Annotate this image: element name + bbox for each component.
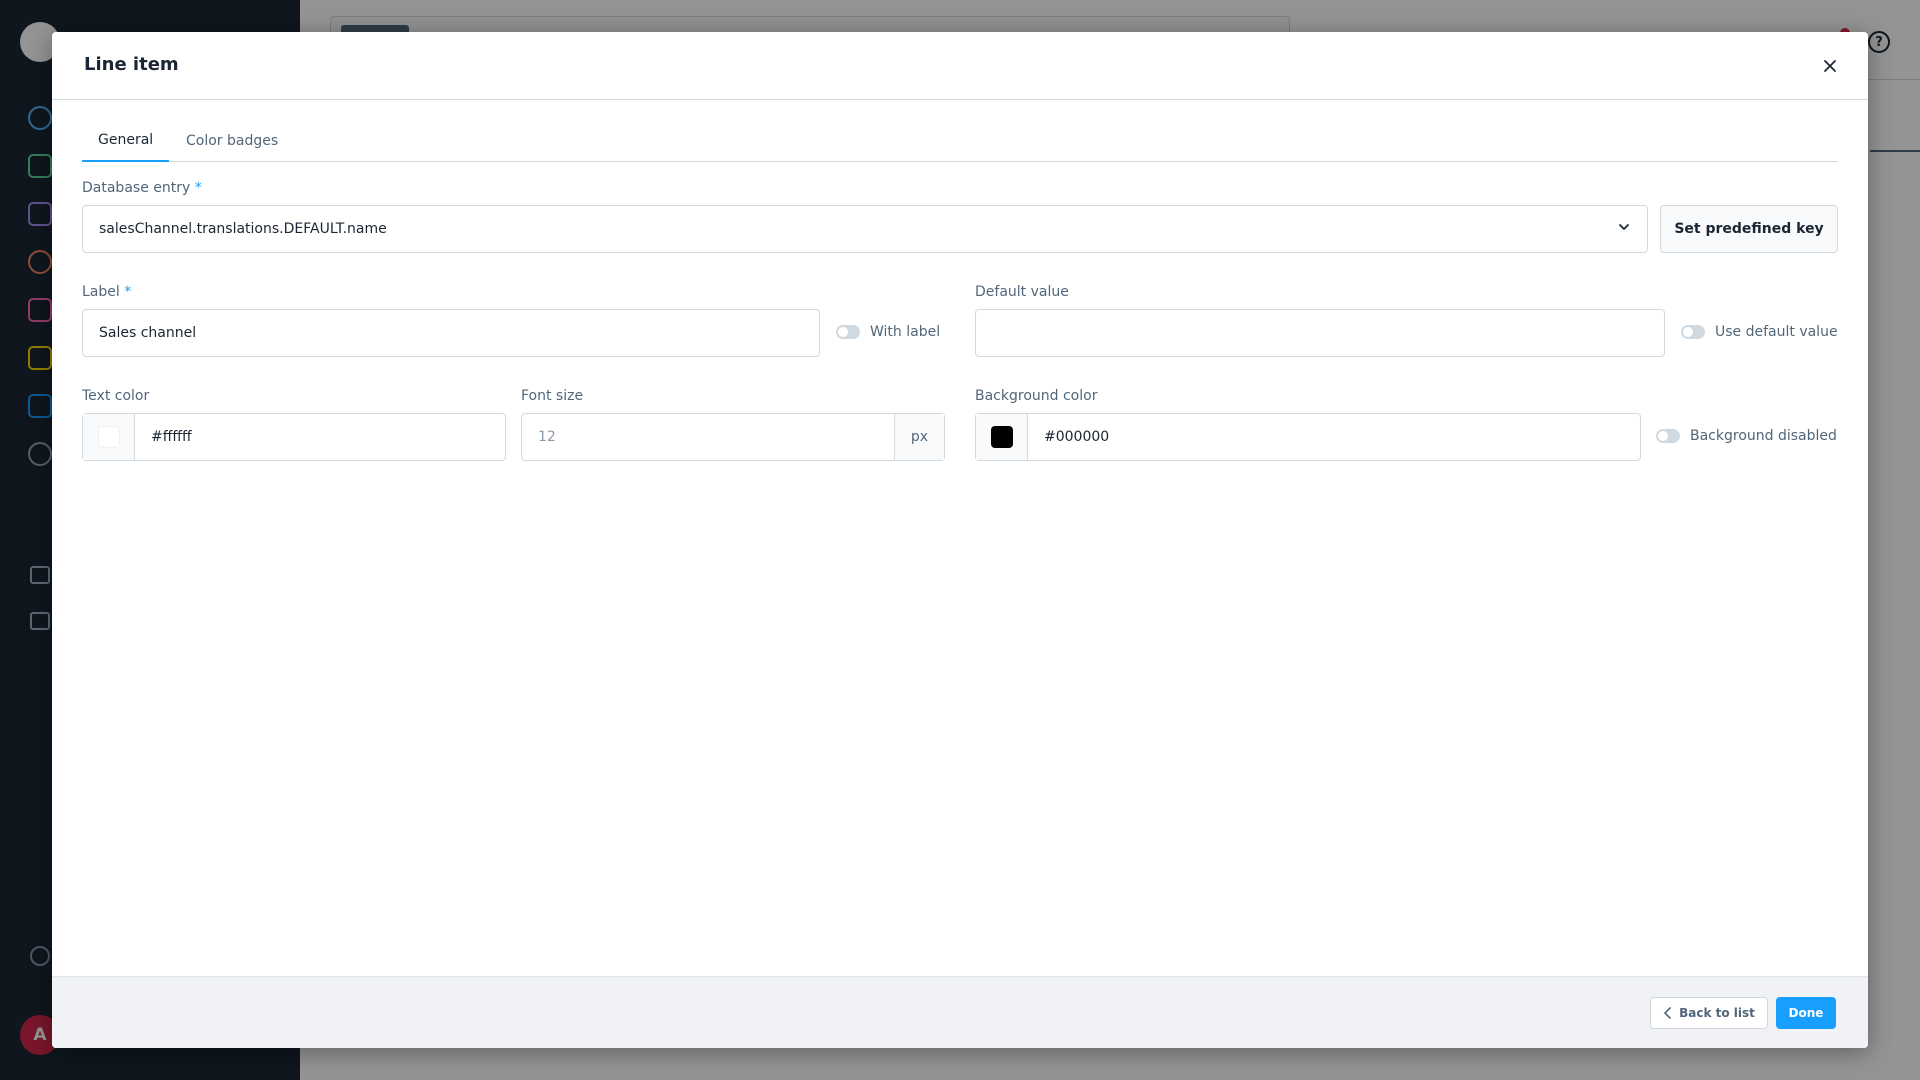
label-input[interactable]: Sales channel (82, 309, 820, 357)
tab-color-badges[interactable]: Color badges (170, 120, 294, 162)
done-button[interactable]: Done (1776, 997, 1836, 1029)
text-color-input[interactable]: #ffffff (82, 413, 506, 461)
line-item-modal: Line item General Color badges Database … (52, 32, 1868, 1048)
label-input-value: Sales channel (99, 325, 197, 341)
label-field-label-text: Label (82, 284, 120, 300)
font-size-unit: px (894, 414, 944, 460)
background-color-swatch-area[interactable] (976, 414, 1028, 460)
close-button[interactable] (1816, 52, 1844, 80)
with-label-switch[interactable]: With label (836, 324, 940, 340)
tab-general[interactable]: General (82, 120, 170, 162)
background-disabled-switch-label: Background disabled (1690, 428, 1837, 444)
switch-knob (1658, 431, 1668, 441)
text-color-label: Text color (82, 388, 150, 404)
chevron-left-icon (1663, 1007, 1671, 1019)
font-size-placeholder: 12 (538, 429, 556, 445)
switch-knob (838, 327, 848, 337)
required-mark: * (194, 180, 202, 196)
set-predefined-key-button[interactable]: Set predefined key (1660, 205, 1838, 253)
database-entry-label: Database entry * (82, 180, 202, 196)
database-entry-value: salesChannel.translations.DEFAULT.name (99, 221, 387, 237)
text-color-value: #ffffff (151, 429, 192, 445)
with-label-switch-label: With label (870, 324, 941, 340)
use-default-value-switch-track[interactable] (1681, 325, 1705, 339)
modal-title: Line item (84, 54, 179, 75)
close-icon (1824, 60, 1836, 72)
background-color-value: #000000 (1044, 429, 1110, 445)
text-color-swatch[interactable] (97, 426, 120, 448)
database-entry-label-text: Database entry (82, 180, 191, 196)
chevron-down-icon (1619, 224, 1629, 231)
database-entry-select[interactable]: salesChannel.translations.DEFAULT.name (82, 205, 1648, 253)
font-size-input[interactable]: 12 px (521, 413, 945, 461)
text-color-swatch-area[interactable] (83, 414, 135, 460)
label-field-label: Label * (82, 284, 131, 300)
use-default-value-switch-label: Use default value (1715, 324, 1838, 340)
switch-knob (1683, 327, 1693, 337)
background-color-label: Background color (975, 388, 1098, 404)
background-color-input[interactable]: #000000 (975, 413, 1641, 461)
background-disabled-switch-track[interactable] (1656, 429, 1680, 443)
tab-bar: General Color badges (82, 120, 1838, 162)
with-label-switch-track[interactable] (836, 325, 860, 339)
background-color-swatch[interactable] (990, 426, 1013, 448)
required-mark: * (124, 284, 132, 300)
back-to-list-label: Back to list (1679, 1006, 1755, 1020)
font-size-label: Font size (521, 388, 584, 404)
use-default-value-switch[interactable]: Use default value (1681, 324, 1838, 340)
modal-header: Line item (52, 32, 1868, 100)
default-value-label: Default value (975, 284, 1069, 300)
modal-footer: Back to list Done (52, 976, 1868, 1048)
background-disabled-switch[interactable]: Background disabled (1656, 428, 1837, 444)
default-value-input[interactable] (975, 309, 1665, 357)
back-to-list-button[interactable]: Back to list (1650, 997, 1768, 1029)
